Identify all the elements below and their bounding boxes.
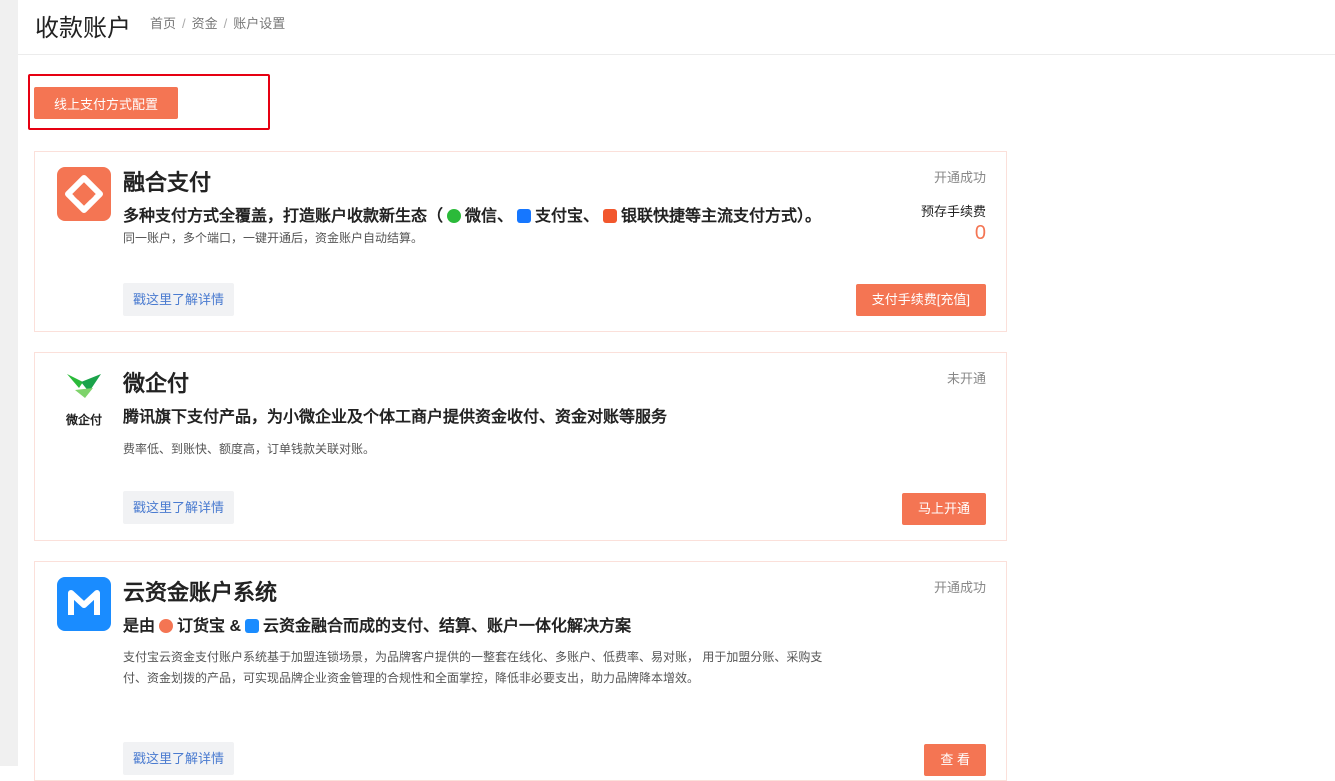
card-title: 云资金账户系统: [123, 580, 278, 605]
online-payment-config-button[interactable]: 线上支付方式配置: [34, 87, 178, 119]
breadcrumb: 首页 / 资金 / 账户设置: [150, 16, 286, 31]
card-title: 微企付: [123, 371, 190, 396]
status-badge: 开通成功: [933, 580, 986, 595]
breadcrumb-home[interactable]: 首页: [150, 16, 176, 31]
cloud-fund-logo-icon: [57, 577, 111, 631]
unionpay-icon: [603, 209, 618, 223]
card-cloud-fund: 云资金账户系统 是由 订货宝 & 云资金融合而成的支付、结算、账户一体化解决方案 支…: [34, 561, 1007, 781]
breadcrumb-funds[interactable]: 资金: [192, 16, 218, 31]
status-badge: 开通成功: [933, 170, 986, 185]
page-header: 收款账户 首页 / 资金 / 账户设置: [18, 0, 1335, 55]
left-strip: [0, 0, 18, 766]
card-title: 融合支付: [123, 170, 212, 195]
prepaid-fee-value: 0: [974, 222, 986, 244]
wechat-icon: [447, 209, 462, 223]
activate-now-button[interactable]: 马上开通: [901, 493, 986, 525]
learn-more-link[interactable]: 戳这里了解详情: [123, 742, 235, 775]
recharge-fee-button[interactable]: 支付手续费[充值]: [855, 284, 986, 316]
card-subtitle: 腾讯旗下支付产品，为小微企业及个体工商户提供资金收付、资金对账等服务: [123, 409, 668, 426]
weiqifu-logo-text: 微企付: [65, 413, 102, 427]
fusion-pay-logo-icon: [57, 167, 111, 221]
weiqifu-logo-icon: 微企付: [57, 368, 111, 427]
card-description: 支付宝云资金支付账户系统基于加盟连锁场景，为品牌客户提供的一整套在线化、多账户、…: [123, 650, 823, 685]
card-fusion-pay: 融合支付 多种支付方式全覆盖，打造账户收款新生态（ 微信、 支付宝、 银联快捷等主流支…: [34, 151, 1007, 332]
breadcrumb-current: 账户设置: [233, 16, 286, 31]
card-description: 费率低、到账快、额度高，订单钱款关联对账。: [123, 442, 376, 456]
card-subtitle: 多种支付方式全覆盖，打造账户收款新生态（ 微信、 支付宝、 银联快捷等主流支付方式）。: [123, 208, 822, 225]
dinghuobao-icon: [159, 619, 174, 633]
status-badge: 未开通: [946, 371, 986, 386]
card-subtitle: 是由 订货宝 & 云资金融合而成的支付、结算、账户一体化解决方案: [123, 618, 632, 635]
learn-more-link[interactable]: 戳这里了解详情: [123, 283, 235, 316]
alipay-icon: [517, 209, 532, 223]
cloud-fund-icon: [245, 619, 260, 633]
view-button[interactable]: 查 看: [924, 744, 986, 776]
card-description: 同一账户，多个端口，一键开通后，资金账户自动结算。: [123, 231, 424, 245]
prepaid-fee-label: 预存手续费: [920, 204, 986, 219]
page-title: 收款账户: [35, 15, 131, 42]
card-weiqifu: 微企付 微企付 腾讯旗下支付产品，为小微企业及个体工商户提供资金收付、资金对账等…: [34, 352, 1007, 541]
learn-more-link[interactable]: 戳这里了解详情: [123, 491, 235, 524]
